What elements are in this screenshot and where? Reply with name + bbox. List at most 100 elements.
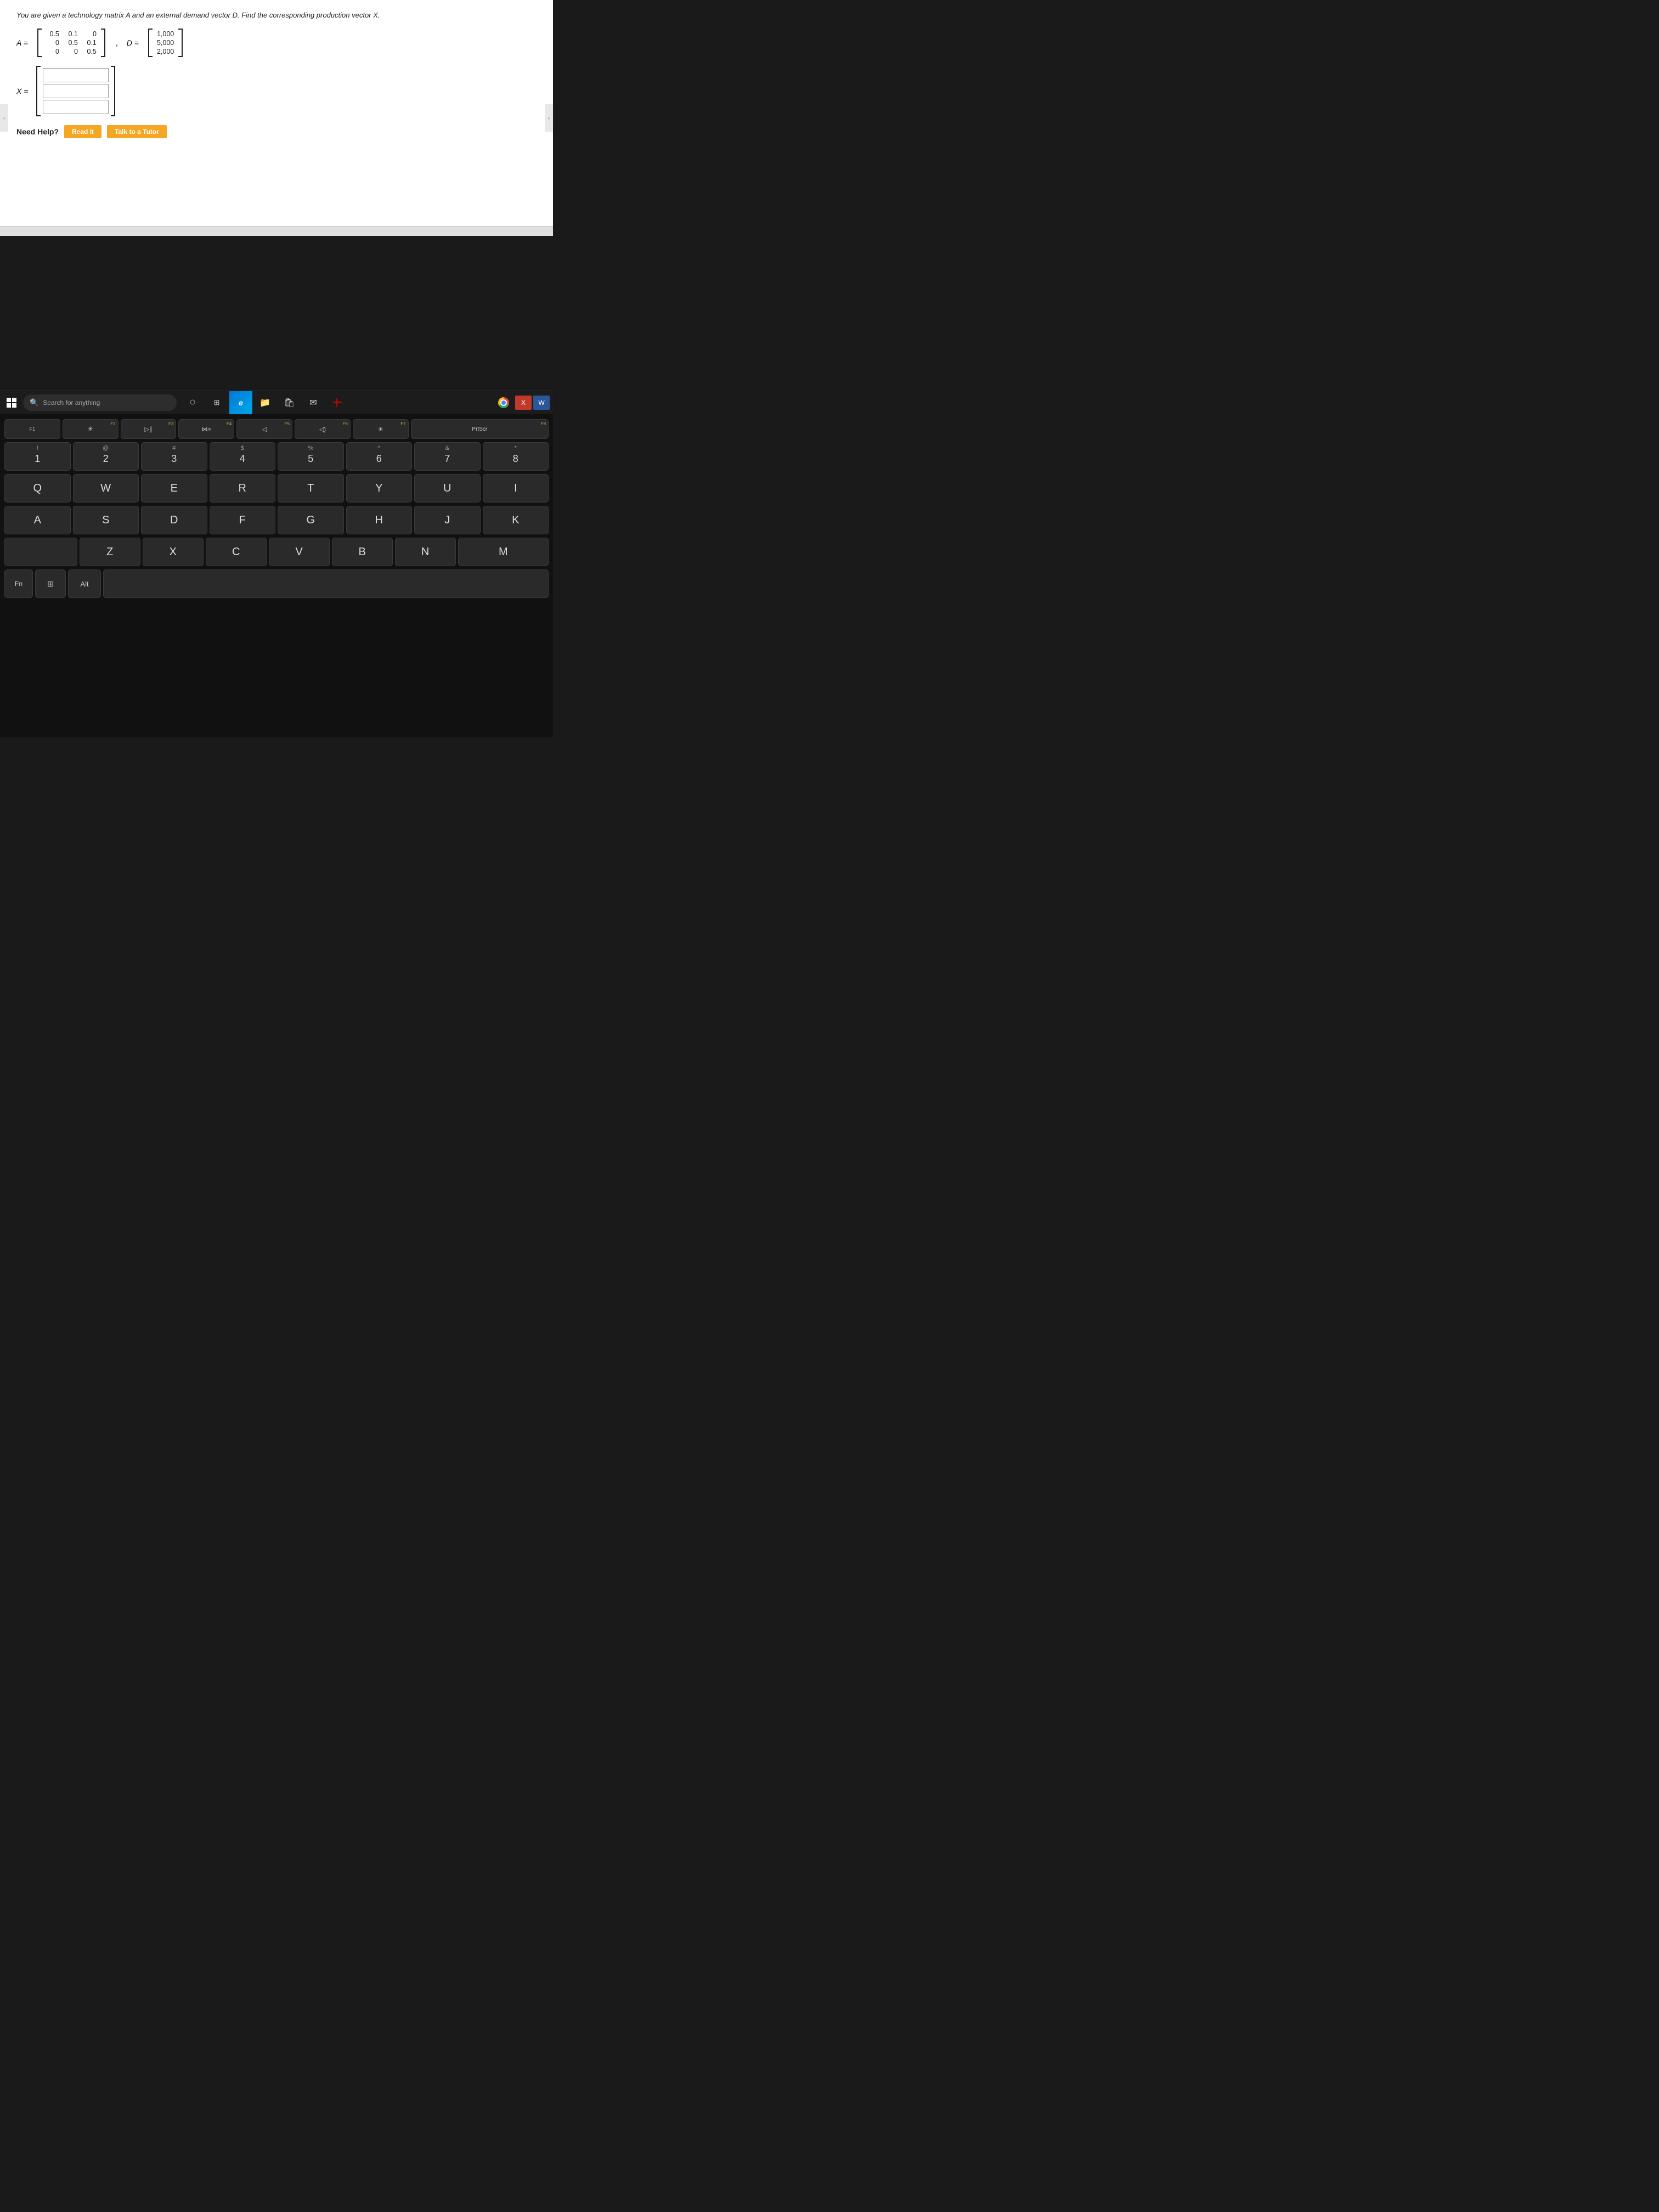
f5-sym: ◁ xyxy=(262,426,267,433)
key-5[interactable]: % 5 xyxy=(278,442,344,471)
key-8-sym: * xyxy=(515,445,517,452)
f4-label: F4 xyxy=(227,421,232,426)
talk-tutor-button[interactable]: Talk to a Tutor xyxy=(107,125,167,138)
key-1[interactable]: ! 1 xyxy=(4,442,71,471)
key-r[interactable]: R xyxy=(210,474,276,503)
key-x-letter: X xyxy=(170,546,177,558)
key-f2[interactable]: ✳ F2 xyxy=(63,419,119,439)
key-g-letter: G xyxy=(306,514,315,527)
scroll-right-arrow[interactable]: › xyxy=(545,104,553,132)
word-app-icon[interactable]: W xyxy=(533,396,550,410)
file-explorer-icon[interactable]: 📁 xyxy=(253,391,276,414)
key-v-letter: V xyxy=(295,546,302,558)
key-alt[interactable]: Alt xyxy=(68,569,101,598)
store-icon[interactable]: 🛍 xyxy=(278,391,301,414)
matrix-d-left-bracket xyxy=(148,29,153,57)
key-s[interactable]: S xyxy=(73,506,139,534)
key-g[interactable]: G xyxy=(278,506,344,534)
mail-icon[interactable]: ✉ xyxy=(302,391,325,414)
scroll-left-arrow[interactable]: ‹ xyxy=(0,104,8,132)
key-c[interactable]: C xyxy=(206,538,267,566)
key-h-letter: H xyxy=(375,514,383,527)
key-w-letter: W xyxy=(100,482,111,495)
matrix-a-left-bracket xyxy=(37,29,42,57)
d-r1c1: 1,000 xyxy=(157,30,174,38)
key-3-main: 3 xyxy=(171,453,177,465)
edge-browser-icon[interactable]: e xyxy=(229,391,252,414)
key-w[interactable]: W xyxy=(73,474,139,503)
bottom-row: Fn ⊞ Alt xyxy=(4,569,549,598)
key-x[interactable]: X xyxy=(143,538,204,566)
key-prtscr[interactable]: PrtScr F8 xyxy=(411,419,549,439)
key-b-letter: B xyxy=(358,546,365,558)
read-it-button[interactable]: Read It xyxy=(64,125,101,138)
matrix-d-cells: 1,000 5,000 2,000 xyxy=(153,29,178,57)
key-j[interactable]: J xyxy=(414,506,481,534)
key-7-sym: & xyxy=(445,445,449,452)
f7-label: F7 xyxy=(400,421,405,426)
key-z[interactable]: Z xyxy=(80,538,140,566)
key-space[interactable] xyxy=(103,569,549,598)
key-1-main: 1 xyxy=(35,453,40,465)
key-3[interactable]: # 3 xyxy=(141,442,207,471)
key-f1[interactable]: F1 xyxy=(4,419,60,439)
key-u[interactable]: U xyxy=(414,474,481,503)
key-f5[interactable]: ◁ F5 xyxy=(236,419,292,439)
key-6-sym: ^ xyxy=(377,445,380,452)
matrix-a: 0.5 0.1 0 0 0.5 0.1 0 0 0.5 xyxy=(37,29,105,57)
key-f7[interactable]: ☀ F7 xyxy=(353,419,409,439)
x-input-3[interactable] xyxy=(43,100,109,114)
key-4-main: 4 xyxy=(240,453,245,465)
snip-sketch-icon[interactable] xyxy=(326,391,349,414)
x-label: X = xyxy=(16,87,28,95)
key-t[interactable]: T xyxy=(278,474,344,503)
key-8[interactable]: * 8 xyxy=(483,442,549,471)
key-7[interactable]: & 7 xyxy=(414,442,481,471)
task-view-button[interactable]: ⊞ xyxy=(205,391,228,414)
key-2[interactable]: @ 2 xyxy=(73,442,139,471)
x-right-bracket xyxy=(111,66,115,116)
key-fn[interactable]: Fn xyxy=(4,569,33,598)
search-bar[interactable]: 🔍 Search for anything xyxy=(23,394,177,411)
x-input-cells xyxy=(41,66,111,116)
win-icon-tl xyxy=(7,398,11,402)
key-4[interactable]: $ 4 xyxy=(210,442,276,471)
f2-sym: ✳ xyxy=(88,425,93,433)
key-h[interactable]: H xyxy=(346,506,413,534)
key-d[interactable]: D xyxy=(141,506,207,534)
start-button[interactable] xyxy=(0,391,23,414)
key-v[interactable]: V xyxy=(269,538,330,566)
cortana-button[interactable]: ○ xyxy=(181,391,204,414)
need-help-label: Need Help? xyxy=(16,127,59,136)
key-f3[interactable]: ▷∥ F3 xyxy=(121,419,177,439)
key-f[interactable]: F xyxy=(210,506,276,534)
a-r3c2: 0 xyxy=(65,48,78,55)
key-n[interactable]: N xyxy=(395,538,456,566)
x-input-2[interactable] xyxy=(43,84,109,98)
zxcv-row: Z X C V B N M xyxy=(4,538,549,566)
key-k[interactable]: K xyxy=(483,506,549,534)
key-q[interactable]: Q xyxy=(4,474,71,503)
key-b[interactable]: B xyxy=(332,538,393,566)
key-6[interactable]: ^ 6 xyxy=(346,442,413,471)
win-icon-bl xyxy=(7,403,11,408)
matrix-a-row-2: 0 0.5 0.1 xyxy=(46,39,97,47)
x-input-1[interactable] xyxy=(43,68,109,82)
key-a[interactable]: A xyxy=(4,506,71,534)
chrome-icon[interactable] xyxy=(494,393,514,413)
key-e[interactable]: E xyxy=(141,474,207,503)
key-f4[interactable]: ⋈× F4 xyxy=(178,419,234,439)
f6-label: F6 xyxy=(342,421,347,426)
x-app-icon[interactable]: X xyxy=(515,396,532,410)
f7-sym: ☀ xyxy=(378,426,383,433)
key-2-sym: @ xyxy=(103,445,109,452)
key-f6[interactable]: ◁) F6 xyxy=(295,419,351,439)
key-m[interactable]: M xyxy=(458,538,549,566)
key-i[interactable]: I xyxy=(483,474,549,503)
key-win[interactable]: ⊞ xyxy=(35,569,66,598)
f3-label: F3 xyxy=(168,421,173,426)
taskbar-right: X W xyxy=(494,393,553,413)
asdf-row: A S D F G H J K xyxy=(4,506,549,534)
key-y[interactable]: Y xyxy=(346,474,413,503)
key-k-letter: K xyxy=(512,514,519,527)
